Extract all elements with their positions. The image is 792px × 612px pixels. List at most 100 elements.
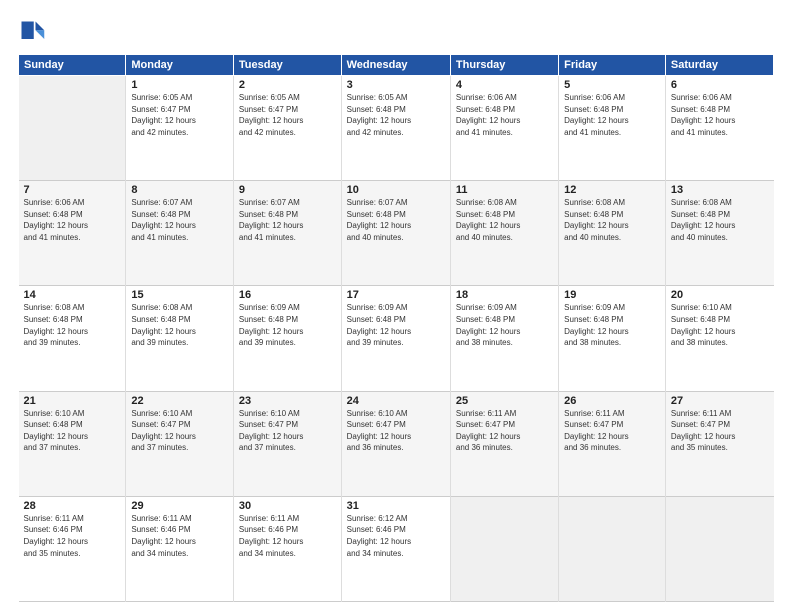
day-detail: Sunrise: 6:09 AM Sunset: 6:48 PM Dayligh… [564,302,660,348]
day-number: 4 [456,79,553,91]
day-number: 27 [671,395,769,407]
day-detail: Sunrise: 6:06 AM Sunset: 6:48 PM Dayligh… [564,92,660,138]
logo-icon [18,18,46,46]
day-number: 22 [131,395,228,407]
calendar-cell: 18Sunrise: 6:09 AM Sunset: 6:48 PM Dayli… [450,286,558,391]
day-detail: Sunrise: 6:08 AM Sunset: 6:48 PM Dayligh… [456,197,553,243]
day-number: 31 [347,500,445,512]
day-detail: Sunrise: 6:08 AM Sunset: 6:48 PM Dayligh… [671,197,769,243]
calendar-cell: 25Sunrise: 6:11 AM Sunset: 6:47 PM Dayli… [450,391,558,496]
day-number: 1 [131,79,228,91]
page: SundayMondayTuesdayWednesdayThursdayFrid… [0,0,792,612]
week-row-1: 1 Sunrise: 6:05 AM Sunset: 6:47 PM Daylig… [19,76,774,181]
day-number: 8 [131,184,228,196]
calendar-cell: 20Sunrise: 6:10 AM Sunset: 6:48 PM Dayli… [665,286,773,391]
calendar-cell: 1Sunrise: 6:05 AM Sunset: 6:47 PM Daylig… [126,76,234,181]
day-number: 25 [456,395,553,407]
calendar-cell: 5Sunrise: 6:06 AM Sunset: 6:48 PM Daylig… [559,76,666,181]
day-detail: Sunrise: 6:11 AM Sunset: 6:46 PM Dayligh… [24,513,121,559]
day-detail: Sunrise: 6:07 AM Sunset: 6:48 PM Dayligh… [347,197,445,243]
day-number: 15 [131,289,228,301]
day-detail: Sunrise: 6:09 AM Sunset: 6:48 PM Dayligh… [239,302,336,348]
calendar-cell: 19Sunrise: 6:09 AM Sunset: 6:48 PM Dayli… [559,286,666,391]
calendar-cell: 16Sunrise: 6:09 AM Sunset: 6:48 PM Dayli… [233,286,341,391]
calendar-cell [665,496,773,601]
calendar-cell [19,76,126,181]
day-detail: Sunrise: 6:11 AM Sunset: 6:47 PM Dayligh… [671,408,769,454]
col-header-tuesday: Tuesday [233,55,341,76]
calendar-cell: 23Sunrise: 6:10 AM Sunset: 6:47 PM Dayli… [233,391,341,496]
day-number: 3 [347,79,445,91]
day-detail: Sunrise: 6:06 AM Sunset: 6:48 PM Dayligh… [456,92,553,138]
calendar-cell: 2Sunrise: 6:05 AM Sunset: 6:47 PM Daylig… [233,76,341,181]
day-detail: Sunrise: 6:09 AM Sunset: 6:48 PM Dayligh… [456,302,553,348]
calendar-cell: 29Sunrise: 6:11 AM Sunset: 6:46 PM Dayli… [126,496,234,601]
day-detail: Sunrise: 6:09 AM Sunset: 6:48 PM Dayligh… [347,302,445,348]
day-number: 23 [239,395,336,407]
day-number: 16 [239,289,336,301]
calendar-cell [559,496,666,601]
calendar-cell: 28Sunrise: 6:11 AM Sunset: 6:46 PM Dayli… [19,496,126,601]
calendar-cell: 4Sunrise: 6:06 AM Sunset: 6:48 PM Daylig… [450,76,558,181]
day-number: 29 [131,500,228,512]
calendar-cell: 7Sunrise: 6:06 AM Sunset: 6:48 PM Daylig… [19,181,126,286]
day-number: 12 [564,184,660,196]
calendar-cell: 31Sunrise: 6:12 AM Sunset: 6:46 PM Dayli… [341,496,450,601]
calendar-cell: 17Sunrise: 6:09 AM Sunset: 6:48 PM Dayli… [341,286,450,391]
day-number: 10 [347,184,445,196]
calendar-cell: 6Sunrise: 6:06 AM Sunset: 6:48 PM Daylig… [665,76,773,181]
day-detail: Sunrise: 6:10 AM Sunset: 6:47 PM Dayligh… [131,408,228,454]
day-number: 20 [671,289,769,301]
day-number: 19 [564,289,660,301]
header [18,18,774,46]
day-detail: Sunrise: 6:08 AM Sunset: 6:48 PM Dayligh… [24,302,121,348]
day-number: 13 [671,184,769,196]
day-detail: Sunrise: 6:08 AM Sunset: 6:48 PM Dayligh… [564,197,660,243]
day-detail: Sunrise: 6:10 AM Sunset: 6:47 PM Dayligh… [347,408,445,454]
day-number: 2 [239,79,336,91]
calendar-cell: 13Sunrise: 6:08 AM Sunset: 6:48 PM Dayli… [665,181,773,286]
day-number: 21 [24,395,121,407]
day-detail: Sunrise: 6:07 AM Sunset: 6:48 PM Dayligh… [239,197,336,243]
week-row-4: 21Sunrise: 6:10 AM Sunset: 6:48 PM Dayli… [19,391,774,496]
calendar-cell: 26Sunrise: 6:11 AM Sunset: 6:47 PM Dayli… [559,391,666,496]
day-number: 24 [347,395,445,407]
calendar-cell: 9Sunrise: 6:07 AM Sunset: 6:48 PM Daylig… [233,181,341,286]
day-number: 5 [564,79,660,91]
calendar-cell: 8Sunrise: 6:07 AM Sunset: 6:48 PM Daylig… [126,181,234,286]
day-number: 17 [347,289,445,301]
calendar-cell: 14Sunrise: 6:08 AM Sunset: 6:48 PM Dayli… [19,286,126,391]
calendar-cell [450,496,558,601]
logo [18,18,50,46]
calendar-cell: 27Sunrise: 6:11 AM Sunset: 6:47 PM Dayli… [665,391,773,496]
calendar-cell: 11Sunrise: 6:08 AM Sunset: 6:48 PM Dayli… [450,181,558,286]
calendar-cell: 12Sunrise: 6:08 AM Sunset: 6:48 PM Dayli… [559,181,666,286]
calendar-cell: 15Sunrise: 6:08 AM Sunset: 6:48 PM Dayli… [126,286,234,391]
col-header-thursday: Thursday [450,55,558,76]
day-detail: Sunrise: 6:11 AM Sunset: 6:46 PM Dayligh… [131,513,228,559]
day-number: 14 [24,289,121,301]
col-header-sunday: Sunday [19,55,126,76]
col-header-monday: Monday [126,55,234,76]
day-detail: Sunrise: 6:10 AM Sunset: 6:47 PM Dayligh… [239,408,336,454]
day-detail: Sunrise: 6:06 AM Sunset: 6:48 PM Dayligh… [24,197,121,243]
day-detail: Sunrise: 6:05 AM Sunset: 6:47 PM Dayligh… [239,92,336,138]
day-detail: Sunrise: 6:10 AM Sunset: 6:48 PM Dayligh… [671,302,769,348]
day-number: 9 [239,184,336,196]
calendar-cell: 24Sunrise: 6:10 AM Sunset: 6:47 PM Dayli… [341,391,450,496]
day-detail: Sunrise: 6:07 AM Sunset: 6:48 PM Dayligh… [131,197,228,243]
calendar-cell: 30Sunrise: 6:11 AM Sunset: 6:46 PM Dayli… [233,496,341,601]
day-number: 6 [671,79,769,91]
day-detail: Sunrise: 6:11 AM Sunset: 6:47 PM Dayligh… [456,408,553,454]
day-number: 26 [564,395,660,407]
day-number: 11 [456,184,553,196]
day-number: 7 [24,184,121,196]
day-number: 18 [456,289,553,301]
day-number: 30 [239,500,336,512]
week-row-3: 14Sunrise: 6:08 AM Sunset: 6:48 PM Dayli… [19,286,774,391]
day-detail: Sunrise: 6:12 AM Sunset: 6:46 PM Dayligh… [347,513,445,559]
header-row: SundayMondayTuesdayWednesdayThursdayFrid… [19,55,774,76]
day-detail: Sunrise: 6:08 AM Sunset: 6:48 PM Dayligh… [131,302,228,348]
calendar-cell: 10Sunrise: 6:07 AM Sunset: 6:48 PM Dayli… [341,181,450,286]
day-detail: Sunrise: 6:05 AM Sunset: 6:48 PM Dayligh… [347,92,445,138]
